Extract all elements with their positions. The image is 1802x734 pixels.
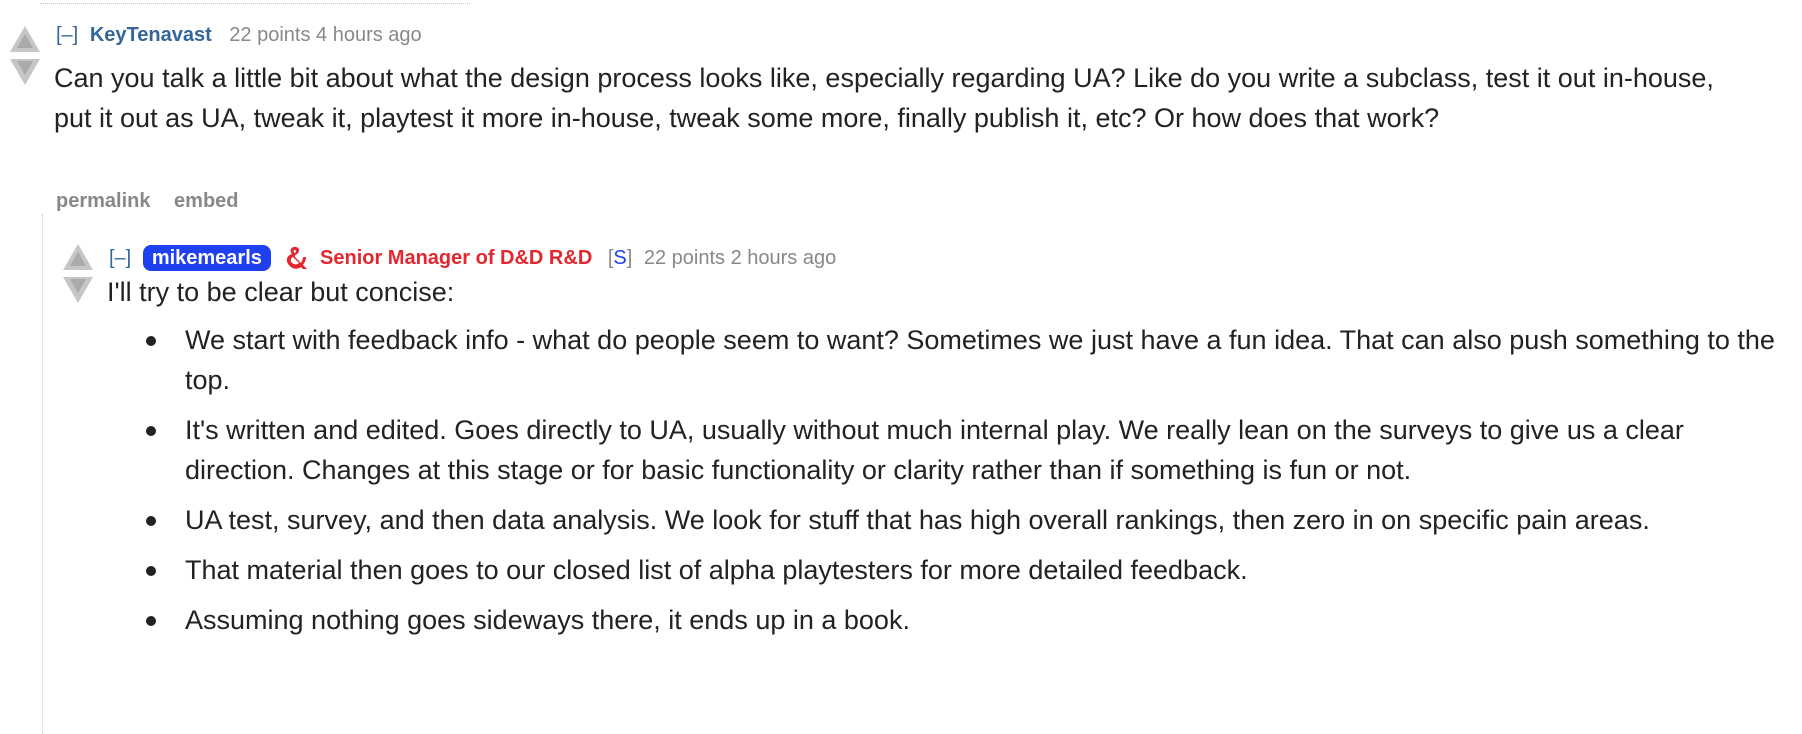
comment-score: 22 points [229,24,311,46]
previous-comment-border [40,0,470,4]
collapse-toggle[interactable]: [–] [56,24,78,46]
downvote-arrow-icon[interactable] [63,277,93,303]
comment-tagline: [–] KeyTenavast 22 points 4 hours ago [56,24,422,47]
upvote-arrow-icon[interactable] [10,26,40,52]
comment-score: 22 points [643,247,726,269]
upvote-arrow-icon[interactable] [63,244,93,270]
list-item: UA test, survey, and then data analysis.… [107,500,1797,540]
permalink-link[interactable]: permalink [56,190,150,212]
comment-author[interactable]: KeyTenavast [90,24,212,46]
reply-comment: [–] mikemearls Senior Manager of D&D R&D… [42,214,1802,734]
comment-age: 4 hours ago [316,24,422,46]
submitter-letter[interactable]: S [613,247,626,269]
dnd-ampersand-icon [284,243,310,269]
user-flair: Senior Manager of D&D R&D [320,247,593,269]
bullet-list: We start with feedback info - what do pe… [107,320,1797,640]
comment-actions: permalink embed [56,190,257,213]
comment-body: I'll try to be clear but concise: We sta… [107,272,1797,650]
list-item: We start with feedback info - what do pe… [107,320,1797,400]
comment-body: Can you talk a little bit about what the… [54,58,1754,138]
submitter-tag[interactable]: [S] [608,247,632,269]
list-item: Assuming nothing goes sideways there, it… [107,600,1797,640]
admin-author-badge[interactable]: mikemearls [142,245,271,271]
embed-link[interactable]: embed [174,190,238,212]
comment-age: 2 hours ago [730,247,837,269]
downvote-arrow-icon[interactable] [10,59,40,85]
comment-text: Can you talk a little bit about what the… [54,63,1714,133]
comment-tagline: [–] mikemearls Senior Manager of D&D R&D… [109,238,836,271]
collapse-toggle[interactable]: [–] [109,247,131,269]
list-item: That material then goes to our closed li… [107,550,1797,590]
comment-intro: I'll try to be clear but concise: [107,277,455,307]
list-item: It's written and edited. Goes directly t… [107,410,1797,490]
submitter-close-bracket: ] [626,247,633,269]
